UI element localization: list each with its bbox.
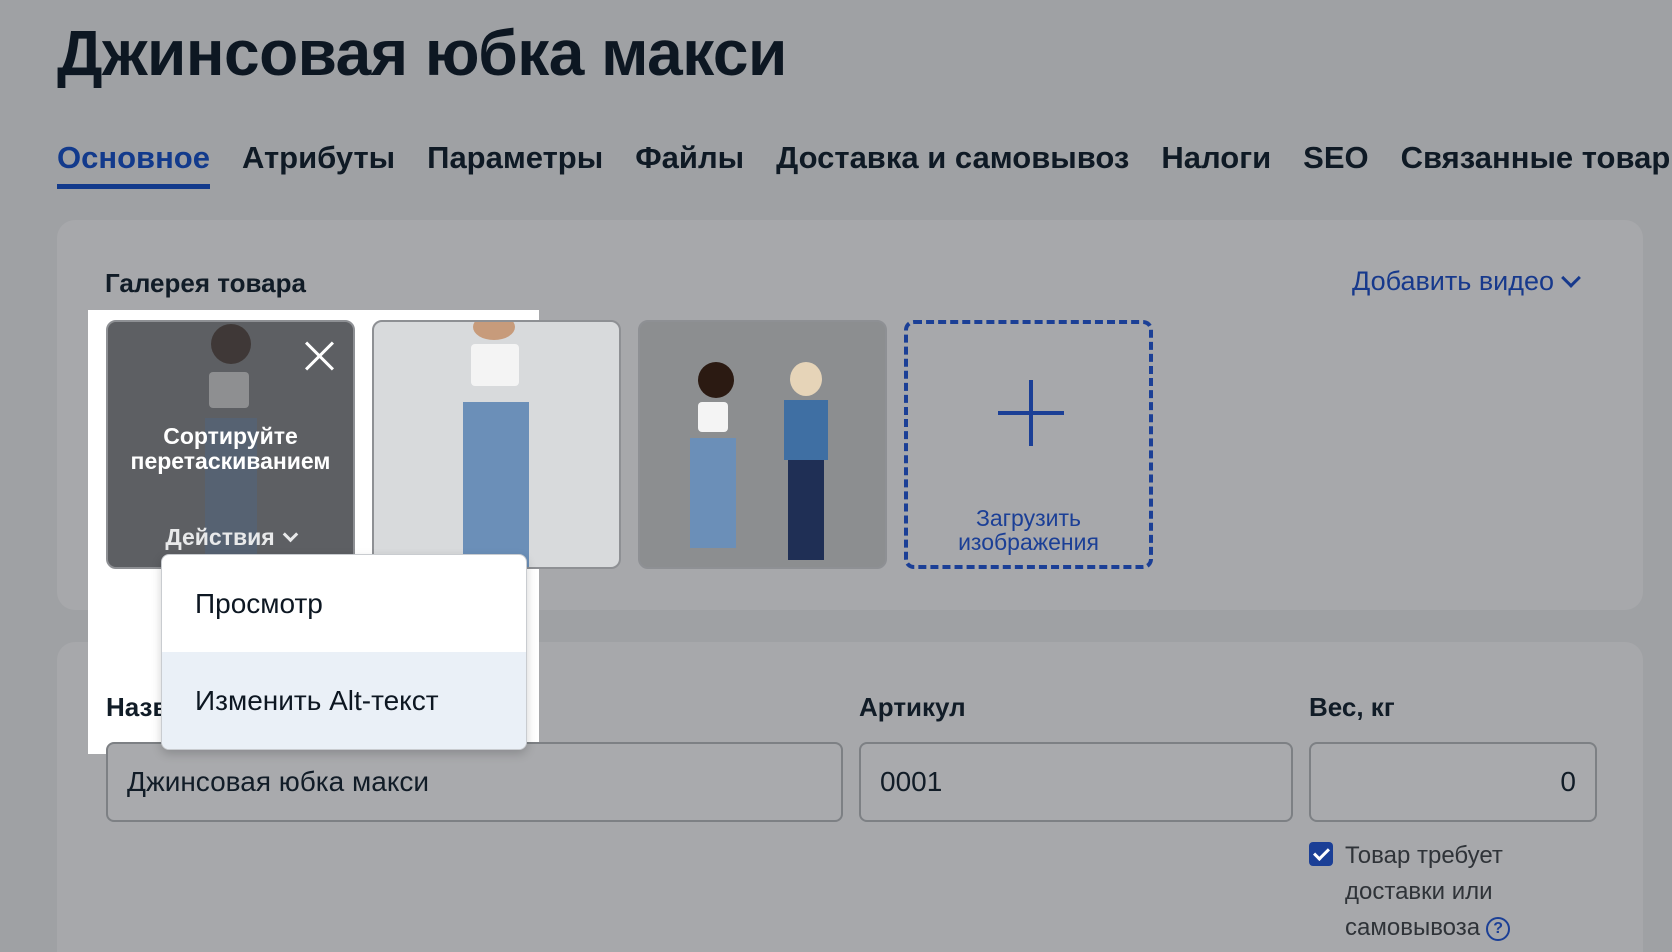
help-icon[interactable]: ?	[1486, 917, 1511, 941]
model-figure	[459, 322, 539, 567]
sku-value: 0001	[880, 766, 943, 797]
name-value: Джинсовая юбка макси	[127, 766, 430, 797]
chevron-down-icon	[282, 526, 298, 543]
weight-field[interactable]: 0	[1309, 742, 1597, 822]
gallery-title: Галерея товара	[105, 268, 306, 298]
actions-dropdown-toggle[interactable]: Действия	[108, 524, 353, 551]
tab-attributes[interactable]: Атрибуты	[242, 140, 395, 189]
close-icon[interactable]	[303, 340, 335, 372]
sku-label: Артикул	[859, 692, 966, 722]
add-video-button[interactable]: Добавить видео	[1352, 266, 1581, 297]
tab-taxes[interactable]: Налоги	[1161, 140, 1271, 189]
sort-hint: Сортируйте перетаскиванием	[130, 423, 331, 474]
menu-item-edit-alt-text[interactable]: Изменить Alt-текст	[162, 652, 526, 749]
tab-seo[interactable]: SEO	[1303, 140, 1368, 189]
page-title: Джинсовая юбка макси	[57, 17, 787, 89]
chevron-down-icon	[1561, 267, 1581, 288]
menu-item-preview[interactable]: Просмотр	[162, 555, 526, 652]
shipping-checkbox[interactable]	[1309, 842, 1333, 866]
model-figure-right	[770, 362, 840, 562]
shipping-checkbox-text: Товар требует доставки или самовывоза	[1345, 842, 1503, 941]
tab-parameters[interactable]: Параметры	[427, 140, 603, 189]
actions-label: Действия	[165, 524, 275, 550]
weight-value: 0	[1560, 766, 1576, 797]
plus-icon	[998, 380, 1064, 446]
tab-files[interactable]: Файлы	[635, 140, 744, 189]
gallery-image-1[interactable]: Сортируйте перетаскиванием Действия	[106, 320, 355, 569]
shipping-checkbox-label: Товар требует доставки или самовывоза?	[1345, 838, 1565, 946]
actions-menu: Просмотр Изменить Alt-текст	[161, 554, 527, 750]
gallery-image-3[interactable]	[638, 320, 887, 569]
add-video-label: Добавить видео	[1352, 266, 1555, 296]
name-field[interactable]: Джинсовая юбка макси	[106, 742, 843, 822]
tab-main[interactable]: Основное	[57, 140, 210, 189]
gallery-image-2[interactable]	[372, 320, 621, 569]
upload-label: Загрузить изображения	[958, 505, 1099, 555]
upload-images-button[interactable]: Загрузить изображения	[904, 320, 1153, 569]
sku-field[interactable]: 0001	[859, 742, 1293, 822]
model-figure-left	[680, 362, 750, 562]
tab-bar: Основное Атрибуты Параметры Файлы Достав…	[57, 140, 1672, 189]
weight-label: Вес, кг	[1309, 692, 1395, 722]
tab-delivery[interactable]: Доставка и самовывоз	[776, 140, 1129, 189]
tab-related-products[interactable]: Связанные товары	[1401, 140, 1672, 189]
